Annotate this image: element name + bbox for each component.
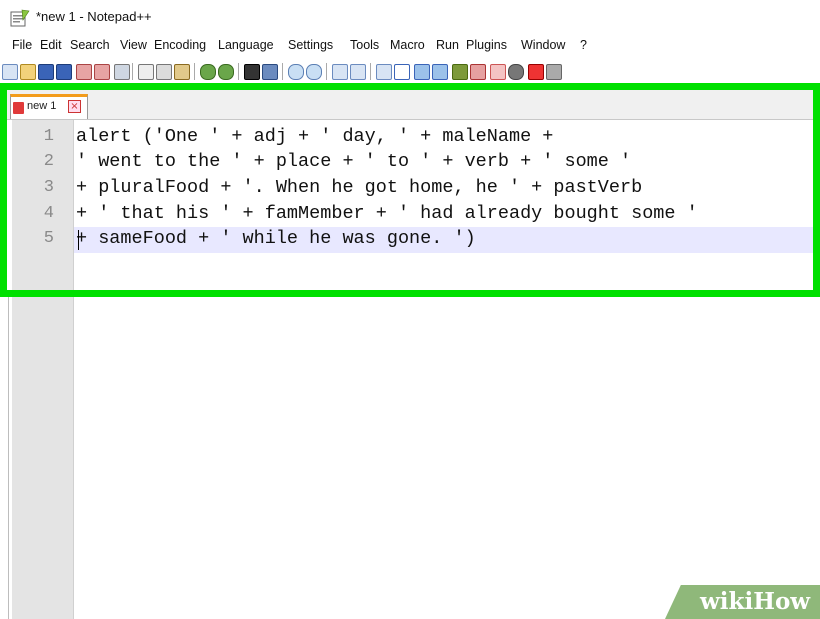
line-number: 4	[43, 204, 54, 223]
open-file-icon[interactable]	[20, 64, 36, 80]
playback-icon[interactable]	[546, 64, 562, 80]
code-line[interactable]: alert ('One ' + adj + ' day, ' + maleNam…	[76, 126, 553, 147]
word-wrap-icon[interactable]	[376, 64, 392, 80]
show-all-chars-icon[interactable]	[394, 64, 410, 80]
line-number: 5	[43, 229, 54, 248]
window-title: *new 1 - Notepad++	[36, 9, 152, 24]
menu-encoding[interactable]: Encoding	[154, 38, 206, 52]
menu-file[interactable]: File	[12, 38, 32, 52]
doc-map-icon[interactable]	[432, 64, 448, 80]
line-number: 3	[43, 178, 54, 197]
code-line[interactable]: + sameFood + ' while he was gone. ')	[76, 228, 476, 249]
tab-new-1[interactable]: new 1 ×	[10, 94, 88, 119]
code-line[interactable]: ' went to the ' + place + ' to ' + verb …	[76, 151, 631, 172]
monitoring-icon[interactable]	[490, 64, 506, 80]
menu-edit[interactable]: Edit	[40, 38, 62, 52]
undo-icon[interactable]	[200, 64, 216, 80]
menu-tools[interactable]: Tools	[350, 38, 379, 52]
menu-window[interactable]: Window	[521, 38, 565, 52]
menu-run[interactable]: Run	[436, 38, 459, 52]
line-number: 1	[43, 127, 54, 146]
sync-horizontal-icon[interactable]	[350, 64, 366, 80]
close-all-icon[interactable]	[94, 64, 110, 80]
replace-icon[interactable]	[262, 64, 278, 80]
code-line[interactable]: + pluralFood + '. When he got home, he '…	[76, 177, 642, 198]
copy-icon[interactable]	[156, 64, 172, 80]
indent-guide-icon[interactable]	[414, 64, 430, 80]
save-all-icon[interactable]	[56, 64, 72, 80]
close-tab-icon[interactable]: ×	[68, 100, 81, 113]
tab-label: new 1	[27, 100, 57, 112]
menu-search[interactable]: Search	[70, 38, 110, 52]
zoom-out-icon[interactable]	[306, 64, 322, 80]
sync-vertical-icon[interactable]	[332, 64, 348, 80]
menu-language[interactable]: Language	[218, 38, 274, 52]
watermark-text: wikiHow	[700, 588, 811, 615]
menu-settings[interactable]: Settings	[288, 38, 333, 52]
record-macro-icon[interactable]	[508, 64, 524, 80]
close-icon[interactable]	[76, 64, 92, 80]
menu-bar: File Edit Search View Encoding Language …	[0, 38, 820, 58]
function-list-icon[interactable]	[452, 64, 468, 80]
paste-icon[interactable]	[174, 64, 190, 80]
line-number: 2	[43, 152, 54, 171]
notepadpp-app-icon	[10, 9, 30, 27]
text-caret	[78, 230, 79, 250]
unsaved-file-icon	[13, 102, 24, 114]
tab-strip: new 1 ×	[7, 90, 820, 120]
menu-macro[interactable]: Macro	[390, 38, 425, 52]
new-file-icon[interactable]	[2, 64, 18, 80]
redo-icon[interactable]	[218, 64, 234, 80]
title-bar: *new 1 - Notepad++	[0, 0, 820, 34]
menu-plugins[interactable]: Plugins	[466, 38, 507, 52]
menu-help[interactable]: ?	[580, 38, 587, 52]
window-edge	[8, 297, 9, 619]
toolbar	[0, 60, 820, 84]
code-line[interactable]: + ' that his ' + famMember + ' had alrea…	[76, 203, 698, 224]
save-icon[interactable]	[38, 64, 54, 80]
find-icon[interactable]	[244, 64, 260, 80]
cut-icon[interactable]	[138, 64, 154, 80]
stop-recording-icon[interactable]	[528, 64, 544, 80]
zoom-in-icon[interactable]	[288, 64, 304, 80]
menu-view[interactable]: View	[120, 38, 147, 52]
print-icon[interactable]	[114, 64, 130, 80]
folder-workspace-icon[interactable]	[470, 64, 486, 80]
